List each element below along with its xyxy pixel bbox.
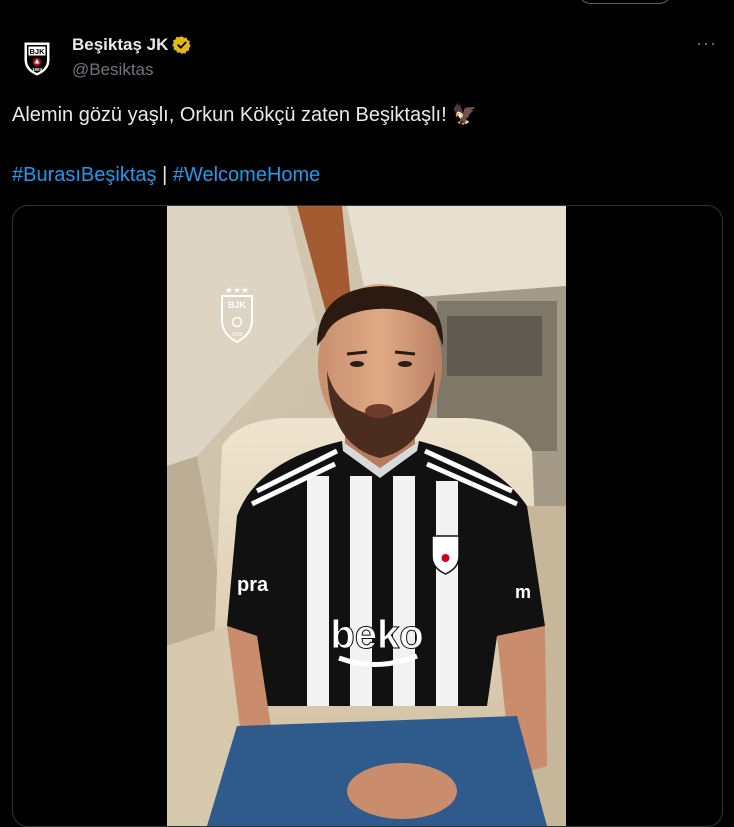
author-name-row[interactable]: Beşiktaş JK	[72, 35, 192, 55]
display-name[interactable]: Beşiktaş JK	[72, 35, 168, 55]
video-player[interactable]: beko pra m ★★★ BJK 1903	[167, 206, 566, 826]
svg-text:pra: pra	[237, 574, 269, 596]
svg-text:m: m	[515, 582, 531, 602]
author-handle[interactable]: @Besiktas	[72, 60, 154, 80]
follow-button-edge[interactable]	[578, 0, 672, 4]
verified-badge-icon	[172, 36, 192, 55]
besiktas-crest-icon: BJK 1903	[12, 32, 62, 82]
avatar[interactable]: BJK 1903	[12, 32, 62, 82]
hashtag-row: #BurasıBeşiktaş | #WelcomeHome	[12, 163, 320, 187]
tweet-text: Alemin gözü yaşlı, Orkun Kökçü zaten Beş…	[12, 104, 478, 126]
svg-text:★★★: ★★★	[225, 286, 249, 296]
svg-text:1903: 1903	[32, 67, 43, 72]
tweet-media[interactable]: beko pra m ★★★ BJK 1903	[12, 205, 723, 827]
svg-text:beko: beko	[330, 613, 423, 657]
hashtag-separator: |	[162, 164, 168, 186]
besiktas-crest-icon: ★★★ BJK 1903	[221, 286, 253, 344]
svg-text:BJK: BJK	[29, 47, 45, 56]
more-dots-icon[interactable]: ···	[696, 34, 720, 54]
svg-text:1903: 1903	[231, 332, 242, 338]
hashtag-burasibesiktas[interactable]: #BurasıBeşiktaş	[12, 164, 157, 186]
svg-text:BJK: BJK	[228, 300, 247, 310]
hashtag-welcomehome[interactable]: #WelcomeHome	[173, 164, 320, 186]
